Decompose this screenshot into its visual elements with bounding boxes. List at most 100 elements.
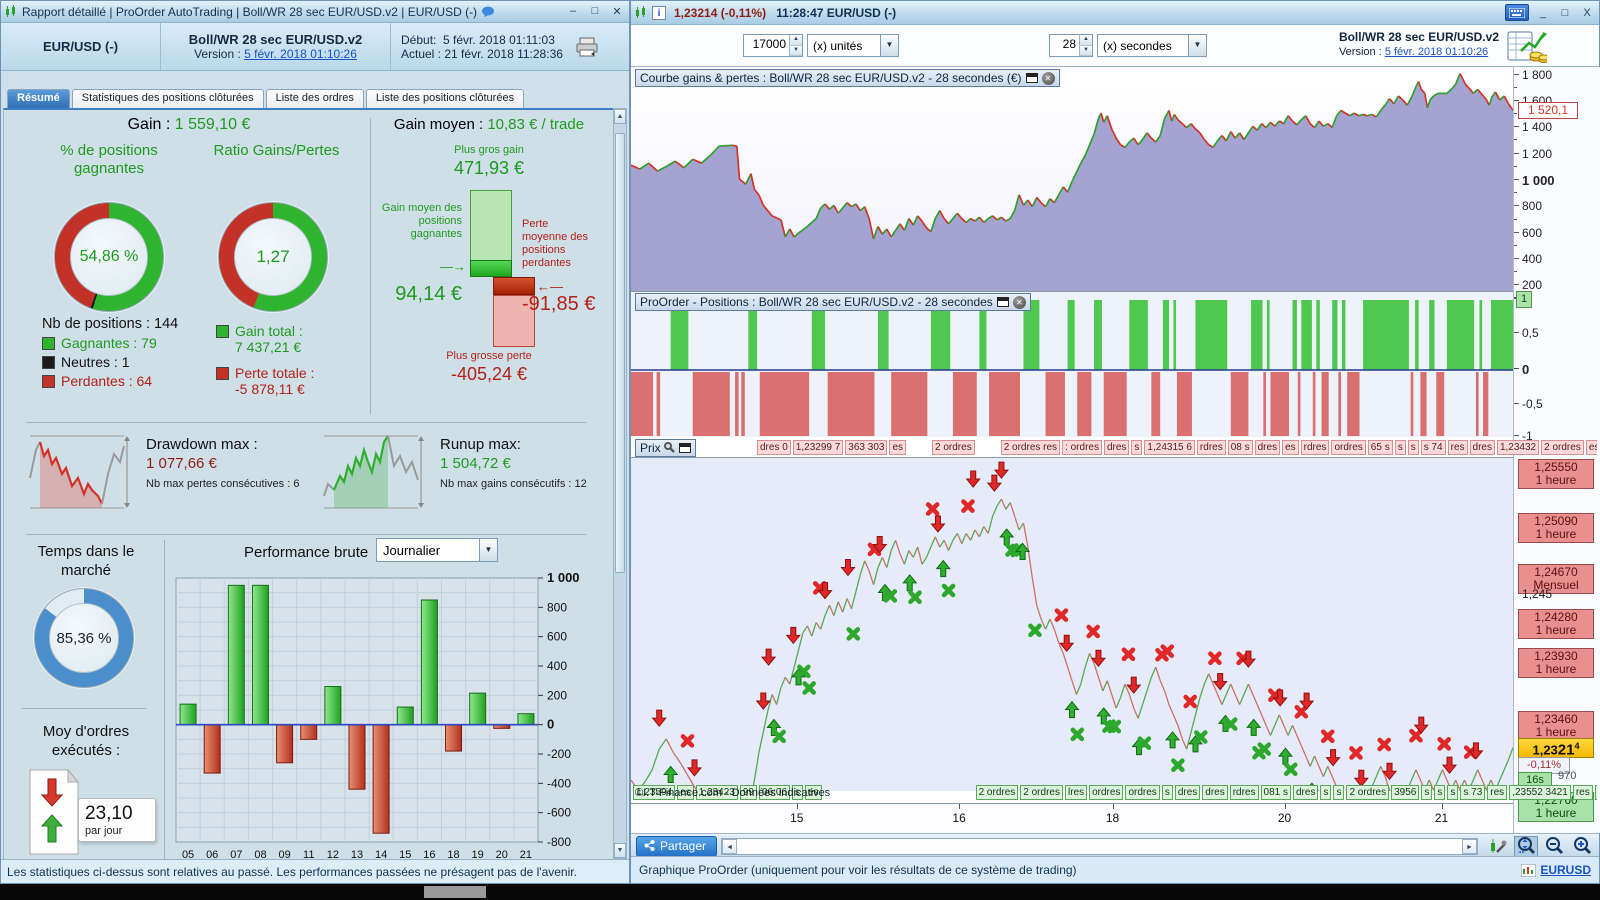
order-badge: s xyxy=(1320,785,1332,800)
order-badge: rdres xyxy=(1196,440,1226,455)
panel-maximize-icon[interactable] xyxy=(678,443,691,453)
minimize-button[interactable]: _ xyxy=(1535,7,1551,19)
scroll-thumb[interactable] xyxy=(615,133,625,573)
gain-moyen-value: 10,83 € / trade xyxy=(487,116,585,133)
close-button[interactable]: X xyxy=(1579,7,1595,19)
time-tick-label: 21 xyxy=(1434,811,1449,825)
plus-grosse-perte-label: Plus grosse perte xyxy=(446,350,532,362)
maximize-button[interactable]: □ xyxy=(1557,7,1573,19)
plus-grosse-perte-value: -405,24 € xyxy=(450,364,528,384)
panel-maximize-icon[interactable] xyxy=(1025,73,1038,83)
time-tick-label: 20 xyxy=(1277,811,1292,825)
units-stepper[interactable]: 17000 ▲ ▼ xyxy=(743,34,803,57)
svg-text:13: 13 xyxy=(351,849,363,859)
report-money-icon[interactable] xyxy=(1507,29,1547,63)
axis-minor-tick xyxy=(1514,113,1517,115)
orders-per-day-unit: par jour xyxy=(85,825,123,837)
order-badge: 65 s xyxy=(1367,440,1393,455)
svg-text:14: 14 xyxy=(375,849,387,859)
axis-tick xyxy=(1514,126,1519,128)
panel-close-icon[interactable]: ✕ xyxy=(1041,71,1055,85)
chat-bubble-icon[interactable] xyxy=(481,6,495,18)
chart-settings-icon[interactable] xyxy=(1486,836,1510,857)
zoom-out-icon[interactable] xyxy=(1542,836,1566,857)
info-icon[interactable]: i xyxy=(652,5,666,20)
avg-orders-title: Moy d'ordres exécutés : xyxy=(42,723,130,759)
tab-r-sum-[interactable]: Résumé xyxy=(7,89,70,108)
avg-gain-value: 94,14 € xyxy=(395,283,462,305)
stepper-arrows-icon[interactable]: ▲ ▼ xyxy=(789,35,802,56)
legend-color-swatch xyxy=(42,355,55,369)
order-badge: s xyxy=(1407,440,1419,455)
runup-sparkline xyxy=(323,435,424,509)
chart-window: i 1,23214 (-0,11%) 11:28:47 EUR/USD (-) … xyxy=(630,0,1600,884)
order-badge: : ordres xyxy=(1062,440,1102,455)
system-name: Boll/WR 28 sec EUR/USD.v2 xyxy=(188,32,363,47)
charts-area: Courbe gains & pertes : Boll/WR 28 sec E… xyxy=(631,67,1600,833)
panel3-title: Prix xyxy=(640,441,661,455)
avg-gain-label: Gain moyen des positions gagnantes xyxy=(381,202,462,240)
winning-pct-title: % de positions gagnantes xyxy=(60,142,158,177)
svg-text:1 000: 1 000 xyxy=(547,570,580,585)
svg-text:0: 0 xyxy=(547,717,554,732)
report-scrollbar[interactable]: ▲ ▼ xyxy=(613,108,627,859)
chart-status-text: Graphique ProOrder (uniquement pour voir… xyxy=(639,863,1077,877)
current-price-label: 1,23214 xyxy=(1518,738,1594,759)
debut-value: 5 févr. 2018 01:11:03 xyxy=(443,32,555,47)
legend-color-swatch xyxy=(42,336,55,350)
share-button[interactable]: Partager xyxy=(636,835,718,857)
scroll-right-button[interactable]: ► xyxy=(1462,838,1477,854)
price-period-label: 1,25550 1 heure xyxy=(1518,459,1594,489)
scroll-down-button[interactable]: ▼ xyxy=(614,843,626,858)
positions-legend: Nb de positions : 144 Gagnantes : 79 Neut… xyxy=(42,316,178,389)
units-value: 17000 xyxy=(752,37,786,51)
period-stepper[interactable]: 28 ▲ ▼ xyxy=(1049,34,1093,57)
period-select[interactable]: (x) secondes ▼ xyxy=(1097,34,1207,57)
positions-chart xyxy=(631,291,1513,437)
tab-liste-des-positions-cl-tur-es[interactable]: Liste des positions clôturées xyxy=(365,89,525,108)
legend-item: Neutres : 1 xyxy=(42,354,178,370)
axis-tick xyxy=(1514,231,1519,233)
version-link[interactable]: 5 févr. 2018 01:10:26 xyxy=(1385,46,1488,58)
zoom-in-icon[interactable] xyxy=(1570,836,1594,857)
runup-sub: Nb max gains consécutifs : 12 xyxy=(440,478,587,490)
scroll-left-button[interactable]: ◄ xyxy=(722,838,738,854)
units-select[interactable]: (x) unités ▼ xyxy=(807,34,899,57)
ratio-donut: 1,27 xyxy=(218,202,328,312)
close-button[interactable]: ✕ xyxy=(609,5,625,18)
price-period-label: 1,24280 1 heure xyxy=(1518,609,1594,639)
print-icon[interactable] xyxy=(576,37,598,57)
resume-content: Gain : 1 559,10 € % de positions gagnant… xyxy=(3,108,613,859)
system-info: Boll/WR 28 sec EUR/USD.v2 Version : 5 fé… xyxy=(1338,30,1499,58)
version-link[interactable]: 5 févr. 2018 01:10:26 xyxy=(244,47,357,61)
drawdown-sub: Nb max pertes consécutives : 6 xyxy=(146,478,300,490)
perf-period-select[interactable]: Journalier ▼ xyxy=(376,538,498,562)
pair-link[interactable]: EURUSD xyxy=(1540,863,1591,877)
candlestick-icon xyxy=(6,5,15,17)
tab-statistiques-des-positions-cl-tur-es[interactable]: Statistiques des positions clôturées xyxy=(71,89,264,108)
svg-text:11: 11 xyxy=(303,849,314,859)
time-market-title: Temps dans le marché xyxy=(37,543,135,579)
chevron-down-icon: ▼ xyxy=(1188,35,1206,56)
tab-liste-des-ordres[interactable]: Liste des ordres xyxy=(265,89,364,108)
wrench-icon[interactable] xyxy=(663,442,676,454)
panel-close-icon[interactable]: ✕ xyxy=(1012,295,1026,309)
svg-text:07: 07 xyxy=(230,849,242,859)
stepper-arrows-icon[interactable]: ▲ ▼ xyxy=(1079,35,1092,56)
legend-color-swatch xyxy=(216,367,229,380)
minimize-button[interactable]: – xyxy=(565,5,581,18)
report-header: EUR/USD (-) Boll/WR 28 sec EUR/USD.v2 Ve… xyxy=(1,23,629,71)
zoom-fit-icon[interactable] xyxy=(1514,835,1538,857)
axis-minor-tick xyxy=(1514,165,1517,167)
maximize-button[interactable]: □ xyxy=(587,5,603,18)
order-badge: res xyxy=(1447,440,1468,455)
keyboard-icon[interactable] xyxy=(1505,4,1529,21)
order-badge: ordres xyxy=(1594,785,1597,800)
panel-maximize-icon[interactable] xyxy=(996,297,1009,307)
winning-pct-donut: 54,86 % xyxy=(54,202,164,312)
orders-per-day-box: 23,10 par jour xyxy=(78,798,156,842)
horizontal-scrollbar[interactable]: ◄ ► xyxy=(721,837,1478,855)
version-label: Version : xyxy=(194,47,241,61)
scroll-up-button[interactable]: ▲ xyxy=(614,109,626,124)
totals-item: Perte totale : -5 878,11 € xyxy=(216,365,314,397)
